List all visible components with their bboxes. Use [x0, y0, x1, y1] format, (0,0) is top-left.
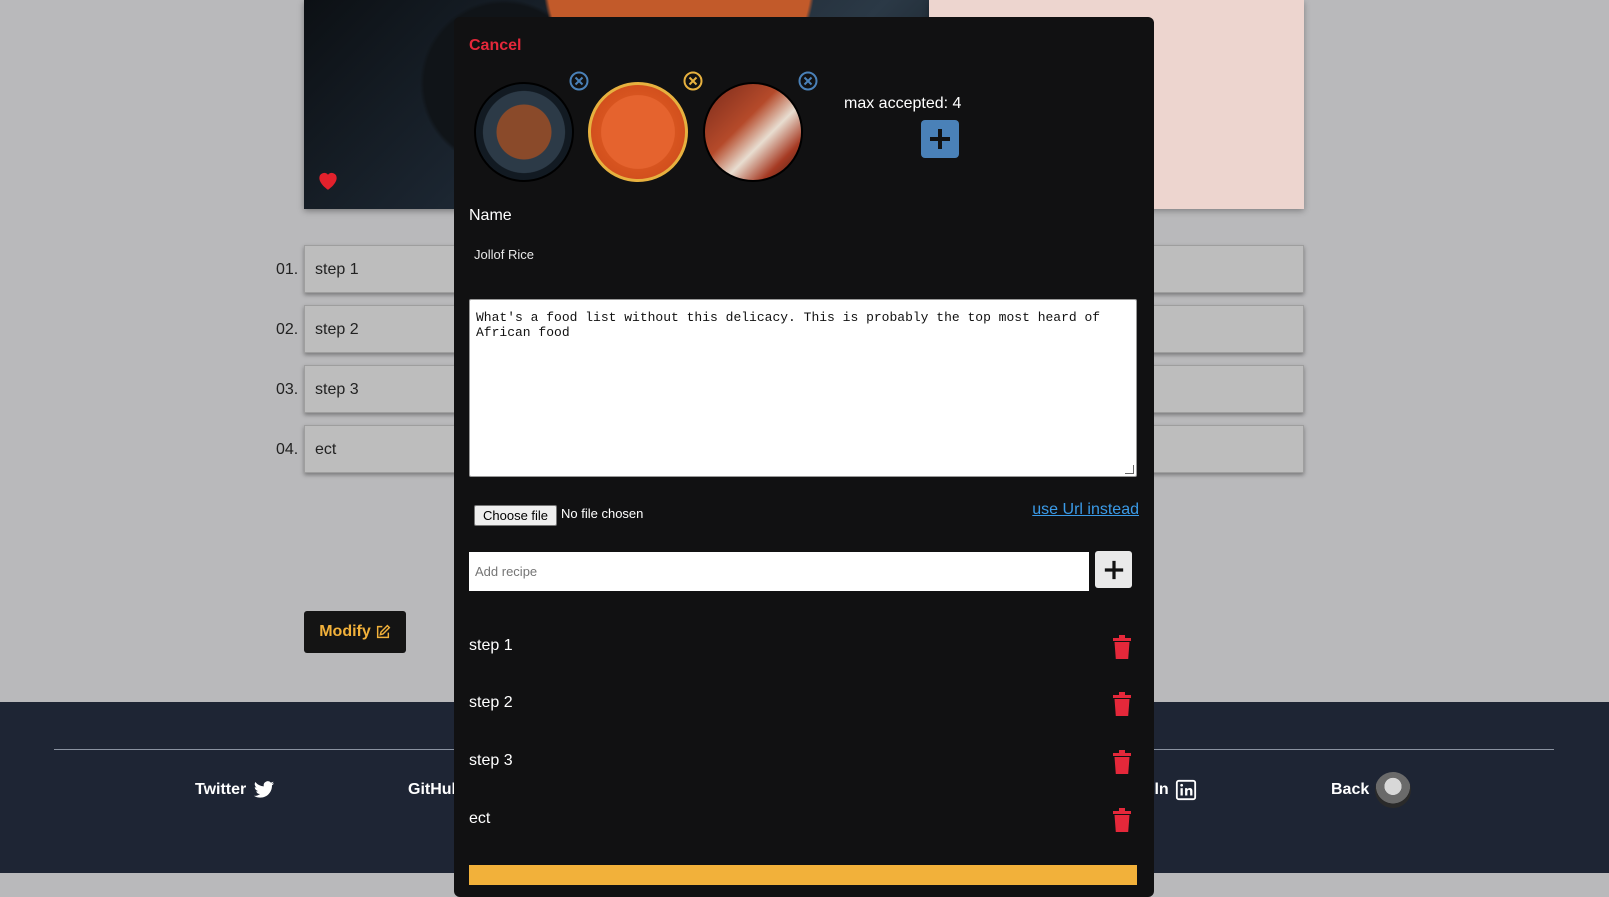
remove-image-icon[interactable]	[683, 71, 703, 91]
twitter-label: Twitter	[195, 781, 247, 798]
file-status-text: No file chosen	[561, 506, 644, 521]
github-label: GitHul	[408, 781, 456, 798]
add-recipe-button[interactable]	[1095, 551, 1132, 588]
remove-image-icon[interactable]	[569, 71, 589, 91]
description-textarea[interactable]: What's a food list without this delicacy…	[469, 299, 1137, 477]
use-url-link[interactable]: use Url instead	[1032, 501, 1139, 519]
add-image-button[interactable]	[921, 120, 959, 158]
plus-icon	[1104, 560, 1123, 579]
twitter-link[interactable]: Twitter	[195, 772, 276, 808]
recipe-image-thumbnail[interactable]	[474, 82, 574, 182]
edit-recipe-modal: Cancel max accepted: 4 Name Jollof Rice …	[454, 17, 1154, 897]
cancel-button[interactable]: Cancel	[469, 37, 521, 55]
name-label: Name	[469, 207, 512, 224]
name-input[interactable]: Jollof Rice	[474, 247, 534, 262]
add-recipe-input[interactable]: Add recipe	[469, 552, 1089, 591]
submit-button[interactable]	[469, 865, 1137, 885]
github-link[interactable]: GitHul	[408, 772, 456, 808]
recipe-step-item: ect	[469, 808, 1137, 832]
max-accepted-label: max accepted: 4	[844, 95, 962, 112]
trash-icon[interactable]	[1113, 808, 1131, 832]
modify-label: Modify	[319, 623, 371, 640]
recipe-step-item: step 1	[469, 635, 1137, 659]
recipe-step-text: ect	[469, 810, 491, 827]
back-label: Back	[1331, 781, 1370, 798]
trash-icon[interactable]	[1113, 692, 1131, 716]
remove-image-icon[interactable]	[798, 71, 818, 91]
back-link[interactable]: Back	[1331, 772, 1412, 808]
recipe-step-text: step 3	[469, 752, 513, 769]
linkedin-icon	[1175, 779, 1196, 801]
recipe-step-item: step 2	[469, 692, 1137, 716]
heart-icon[interactable]	[315, 167, 341, 193]
description-text: What's a food list without this delicacy…	[476, 310, 1101, 340]
recipe-image-thumbnail[interactable]	[703, 82, 803, 182]
plus-icon	[930, 129, 950, 149]
trash-icon[interactable]	[1113, 750, 1131, 774]
recipe-image-thumbnail-selected[interactable]	[588, 82, 688, 182]
choose-file-button[interactable]: Choose file	[474, 505, 558, 526]
edit-icon	[376, 624, 391, 639]
trash-icon[interactable]	[1113, 635, 1131, 659]
modify-button[interactable]: Modify	[304, 611, 406, 653]
recipe-step-text: step 1	[469, 637, 513, 654]
twitter-icon	[254, 781, 275, 798]
linkedin-link[interactable]: lln	[1150, 772, 1197, 808]
recipe-step-item: step 3	[469, 750, 1137, 774]
recipe-step-text: step 2	[469, 694, 513, 711]
avatar	[1375, 772, 1412, 808]
resize-handle[interactable]	[1125, 465, 1134, 474]
